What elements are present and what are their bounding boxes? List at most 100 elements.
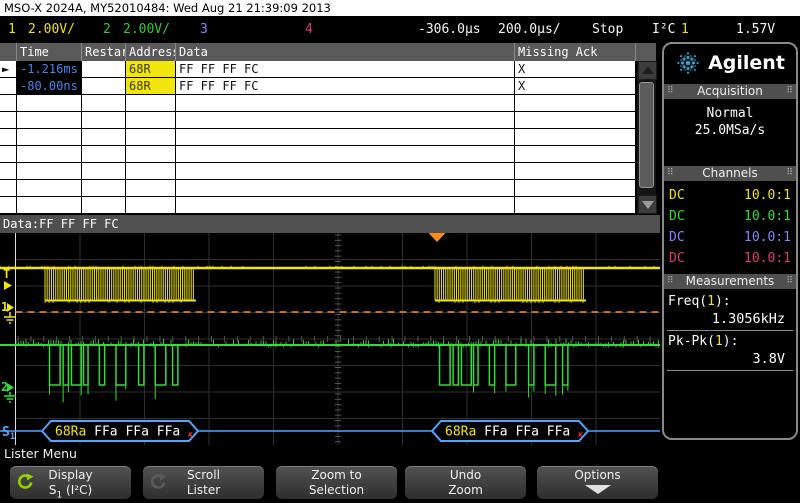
zoom-to-selection-button[interactable]: Zoom to Selection [276, 466, 397, 499]
measurement-freq-value: 1.3056kHz [667, 310, 793, 331]
measurement-pkpk-label: Pk-Pk(1): [668, 334, 739, 349]
empty-cell [0, 197, 17, 214]
missing-ack-cell: X [515, 61, 636, 78]
empty-cell [82, 95, 126, 112]
grip-icon: ⠿ [667, 168, 674, 178]
scroll-down-button[interactable] [638, 195, 657, 214]
lister-row-empty[interactable] [0, 95, 656, 112]
agilent-spark-icon [677, 52, 699, 74]
lister-empty-rows [0, 95, 656, 214]
empty-cell [82, 112, 126, 129]
brand-logo: Agilent [664, 44, 796, 82]
empty-cell [126, 112, 176, 129]
empty-cell [515, 129, 636, 146]
svg-text:✘: ✘ [188, 430, 193, 439]
empty-cell [515, 95, 636, 112]
undo-zoom-button[interactable]: Undo Zoom [405, 466, 526, 499]
restart-cell [82, 78, 126, 95]
data-cell: FF FF FF FC [176, 78, 515, 95]
info-sidebar: Agilent ⠿ Acquisition ⠿ Normal 25.0MSa/s… [662, 42, 798, 440]
empty-cell [82, 163, 126, 180]
channels-info: DC 10.0:1 DC 10.0:1 DC 10.0:1 DC 10.0:1 [664, 183, 796, 272]
status-bar: 1 2.00V/ 2 2.00V/ 3 4 -306.0µs 200.0µs/ … [0, 16, 800, 43]
empty-cell [515, 146, 636, 163]
time-cell: -1.216ms [17, 61, 82, 78]
restart-cell [82, 61, 126, 78]
ch2-scale[interactable]: 2.00V/ [123, 16, 170, 43]
ch3-number[interactable]: 3 [200, 16, 208, 43]
empty-cell [126, 129, 176, 146]
grip-icon: ⠿ [786, 276, 793, 286]
lister-row-empty[interactable] [0, 197, 656, 214]
lister-row-empty[interactable] [0, 129, 656, 146]
menu-title: Lister Menu [4, 446, 77, 461]
missing-ack-cell: X [515, 78, 636, 95]
empty-cell [126, 146, 176, 163]
ch2-number[interactable]: 2 [103, 16, 111, 43]
ch4-number[interactable]: 4 [305, 16, 313, 43]
acquisition-mode: Normal [706, 106, 754, 121]
lister-table: Time Restart Address Data Missing Ack ► … [0, 43, 656, 214]
empty-cell [17, 95, 82, 112]
ch4-probe: 10.0:1 [744, 251, 791, 266]
empty-cell [17, 180, 82, 197]
brand-name: Agilent [708, 52, 785, 74]
ch1-number[interactable]: 1 [8, 16, 16, 43]
cycle-icon-disabled [150, 473, 167, 489]
ch1-scale[interactable]: 2.00V/ [28, 16, 75, 43]
measurement-pkpk-value: 3.8V [667, 350, 793, 371]
lister-row-empty[interactable] [0, 163, 656, 180]
grip-icon: ⠿ [786, 168, 793, 178]
lister-scrollbar[interactable] [636, 61, 657, 214]
waveform-display: 68Ra FFa FFa FFa ✘ 68Ra FFa FFa FFa ✘T12S1 [0, 233, 660, 445]
measurement-freq-label: Freq(1): [668, 294, 731, 309]
empty-cell [126, 163, 176, 180]
cycle-icon [17, 473, 34, 489]
empty-cell [515, 180, 636, 197]
trigger-source: 1 [681, 22, 689, 37]
display-button[interactable]: Display S1 (I²C) [10, 466, 131, 500]
svg-text:68Ra FFa FFa FFa: 68Ra FFa FFa FFa [55, 425, 180, 440]
sample-rate: 25.0MSa/s [694, 123, 766, 138]
svg-text:T: T [3, 267, 10, 281]
down-arrow-icon [584, 485, 611, 494]
address-cell: 68R [126, 78, 176, 95]
trigger-level: 1.57V [736, 22, 776, 37]
empty-cell [176, 180, 515, 197]
grip-icon: ⠿ [667, 86, 674, 96]
lister-header-restart: Restart [82, 43, 126, 61]
ch2-probe: 10.0:1 [744, 209, 791, 224]
lister-row[interactable]: -80.00ns 68R FF FF FF FC X [0, 78, 656, 95]
empty-cell [126, 180, 176, 197]
up-arrow-icon [641, 66, 654, 74]
empty-cell [515, 163, 636, 180]
channel-3-row: DC 10.0:1 [664, 227, 796, 248]
options-button[interactable]: Options [537, 466, 658, 499]
row-marker-cell [0, 78, 17, 95]
oscilloscope-screen: MSO-X 2024A, MY52010484: Wed Aug 21 21:3… [0, 0, 800, 503]
lister-row-empty[interactable] [0, 146, 656, 163]
time-cell: -80.00ns [17, 78, 82, 95]
ch4-coupling: DC [669, 251, 685, 266]
channel-4-row: DC 10.0:1 [664, 248, 796, 269]
empty-cell [82, 129, 126, 146]
empty-cell [82, 180, 126, 197]
run-state: Stop [592, 22, 624, 37]
empty-cell [0, 112, 17, 129]
acquisition-header: ⠿ Acquisition ⠿ [664, 84, 796, 99]
ch1-probe: 10.0:1 [744, 188, 791, 203]
ch1-coupling: DC [669, 188, 685, 203]
empty-cell [126, 95, 176, 112]
empty-cell [176, 112, 515, 129]
svg-text:68Ra FFa FFa FFa: 68Ra FFa FFa FFa [445, 425, 570, 440]
lister-row-empty[interactable] [0, 180, 656, 197]
scrollbar-thumb[interactable] [639, 82, 654, 188]
time-position: -306.0µs [418, 22, 481, 37]
lister-row-empty[interactable] [0, 112, 656, 129]
empty-cell [176, 95, 515, 112]
scroll-up-button[interactable] [638, 61, 657, 80]
measurements-info: Freq(1): 1.3056kHz Pk-Pk(1): 3.8V [664, 291, 796, 371]
scroll-lister-button[interactable]: Scroll Lister [143, 466, 264, 499]
lister-header-address: Address [126, 43, 176, 61]
lister-row-selected[interactable]: ► -1.216ms 68R FF FF FF FC X [0, 61, 656, 78]
